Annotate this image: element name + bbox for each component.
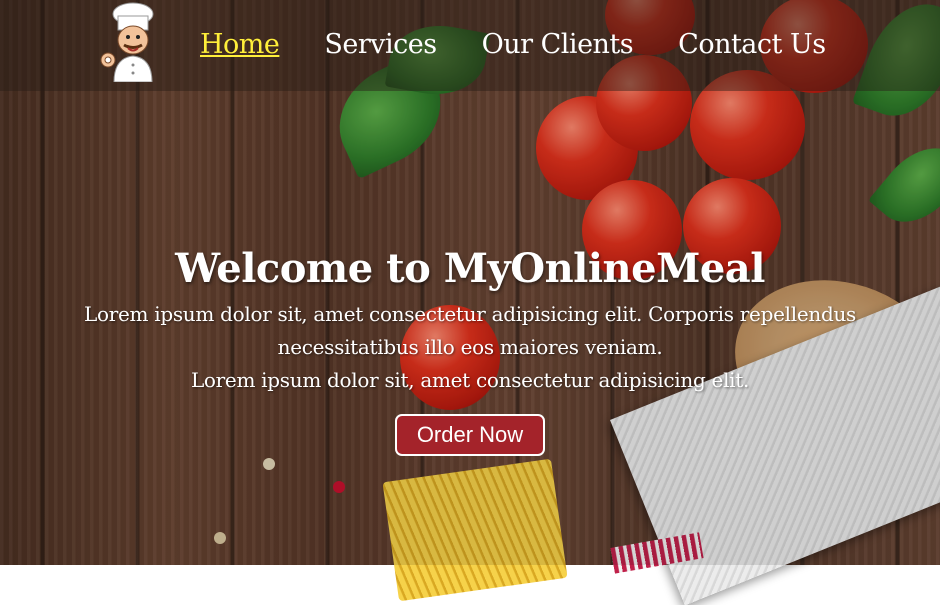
hero-paragraph-line1: Lorem ipsum dolor sit, amet consectetur … — [84, 302, 856, 359]
hero-section: Welcome to MyOnlineMeal Lorem ipsum dolo… — [0, 240, 940, 456]
chef-logo-icon[interactable] — [100, 2, 162, 83]
nav-our-clients-link[interactable]: Our Clients — [482, 28, 634, 62]
hero-title: Welcome to MyOnlineMeal — [175, 245, 765, 292]
navbar: Home Services Our Clients Contact Us — [0, 0, 940, 91]
nav-contact-us-link[interactable]: Contact Us — [678, 28, 826, 62]
nav-links: Home Services Our Clients Contact Us — [200, 28, 871, 62]
hero-paragraph: Lorem ipsum dolor sit, amet consectetur … — [30, 298, 910, 397]
hero-paragraph-line2: Lorem ipsum dolor sit, amet consectetur … — [190, 368, 750, 392]
nav-services-link[interactable]: Services — [324, 28, 437, 62]
order-now-button[interactable]: Order Now — [394, 414, 546, 456]
nav-home-link[interactable]: Home — [200, 28, 280, 62]
